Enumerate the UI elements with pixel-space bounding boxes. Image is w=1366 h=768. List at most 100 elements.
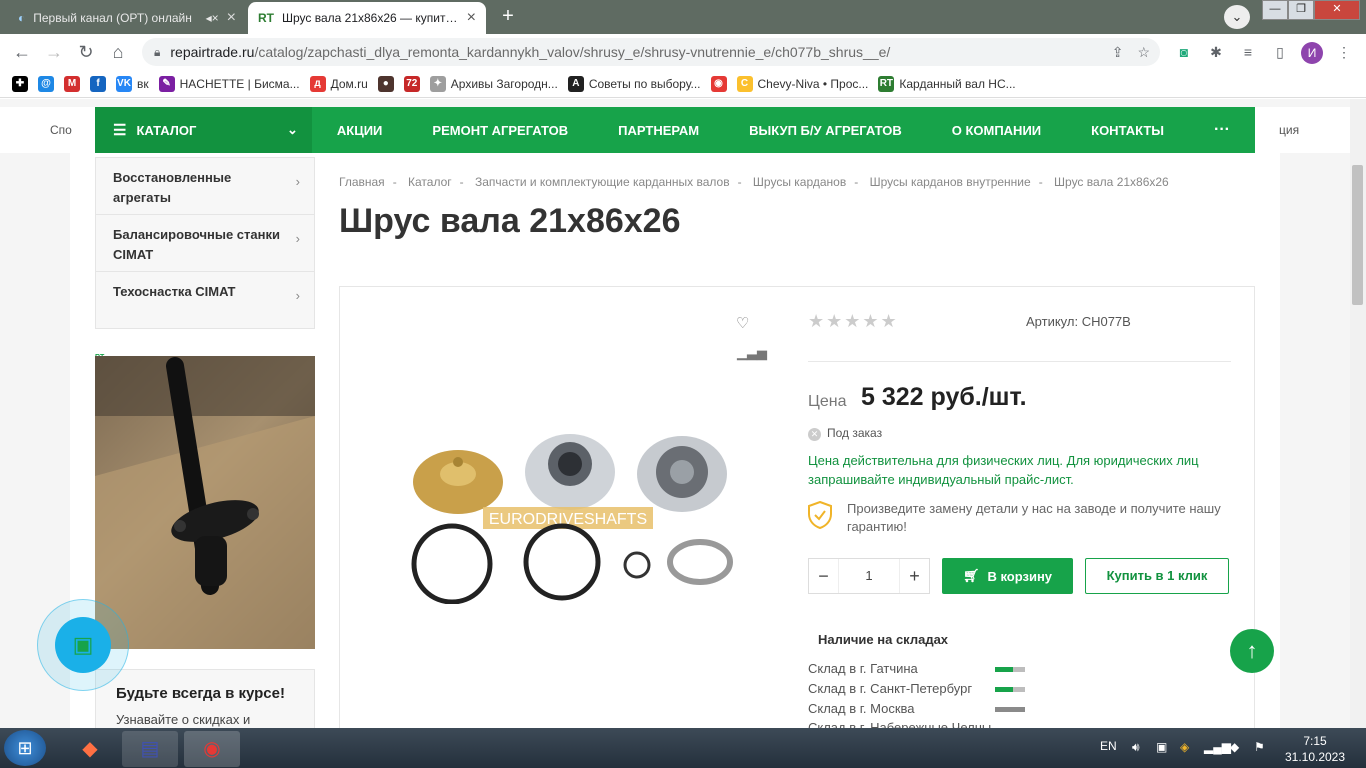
sidebar-item-balancing[interactable]: Балансировочные станки CIMAT › <box>96 215 314 272</box>
compare-icon[interactable]: ▁▃▅ <box>737 345 767 361</box>
bookmark-item[interactable]: C Chevy-Niva • Прос... <box>736 75 868 92</box>
puzzle-icon[interactable]: ✱ <box>1206 42 1226 62</box>
bookmark-star-icon[interactable]: ☆ <box>1137 44 1150 61</box>
language-indicator[interactable]: EN <box>1100 739 1117 753</box>
bookmark-item[interactable]: ● <box>377 75 394 92</box>
shield-check-icon <box>808 500 832 530</box>
tab-active[interactable]: RT Шрус вала 21х86х26 — купить в × <box>248 2 486 34</box>
maximize-button[interactable]: ❐ <box>1288 0 1314 20</box>
extension-icon[interactable]: ◙ <box>1174 42 1194 62</box>
breadcrumb-item[interactable]: Шрусы карданов внутренние <box>870 175 1031 189</box>
breadcrumb-current: Шрус вала 21х86х26 <box>1054 175 1169 189</box>
bookmark-favicon-icon: M <box>64 75 80 92</box>
subscribe-block: Будьте всегда в курсе! Узнавайте о скидк… <box>95 669 315 728</box>
bookmark-item[interactable]: @ <box>38 75 54 92</box>
bookmark-label: Дом.ru <box>330 76 368 91</box>
media-control-icon[interactable]: ≡ <box>1238 42 1258 62</box>
quantity-input[interactable]: 1 <box>838 559 900 593</box>
promo-banner-image[interactable] <box>95 356 315 649</box>
bookmark-favicon-icon: д <box>309 75 326 92</box>
tab-favicon-icon: ◐ <box>18 11 26 25</box>
back-icon[interactable]: ← <box>8 34 36 70</box>
bookmark-item[interactable]: A Советы по выбору... <box>567 75 701 92</box>
product-image[interactable]: EURODRIVESHAFTS <box>400 424 740 605</box>
increase-button[interactable]: + <box>900 566 929 587</box>
start-button[interactable]: ⊞ <box>4 730 46 766</box>
bookmark-item[interactable]: VK вк <box>116 75 149 92</box>
cart-icon: 🛒︎ <box>962 568 980 583</box>
close-tab-icon[interactable]: × <box>227 9 236 27</box>
menu-item-about[interactable]: О КОМПАНИИ <box>927 123 1066 138</box>
header-left-text[interactable]: Спо <box>50 107 72 153</box>
bookmark-item[interactable]: ◉ <box>710 75 727 92</box>
new-tab-button[interactable]: + <box>495 5 521 29</box>
tab-inactive[interactable]: ◐ Первый канал (ОРТ) онлайн ◂× × <box>8 2 246 34</box>
home-icon[interactable]: ⌂ <box>104 34 132 70</box>
minimize-button[interactable]: — <box>1262 0 1288 20</box>
forward-icon[interactable]: → <box>40 34 68 70</box>
menu-item-repair[interactable]: РЕМОНТ АГРЕГАТОВ <box>407 123 593 138</box>
bookmark-item[interactable]: f <box>90 75 106 92</box>
tray-app-icon[interactable]: ◈ <box>1180 740 1189 754</box>
bookmark-item[interactable]: ✚ <box>12 75 28 92</box>
profile-avatar[interactable]: И <box>1301 42 1323 64</box>
sidebar-item-restored[interactable]: Восстановленные агрегаты › <box>96 158 314 215</box>
taskbar-app-icon[interactable]: ▤ <box>122 731 178 767</box>
lock-icon[interactable]: 🔒︎ <box>154 45 160 60</box>
url-path: /catalog/zapchasti_dlya_remonta_kardanny… <box>254 44 891 60</box>
scroll-to-top-button[interactable]: ↑ <box>1230 629 1274 673</box>
warehouse-name: Склад в г. Санкт-Петербург <box>808 681 973 696</box>
flag-icon[interactable]: ⚑ <box>1254 740 1265 754</box>
availability-title: Наличие на складах <box>818 632 949 647</box>
heart-icon[interactable]: ♡ <box>736 314 749 332</box>
bookmark-label: вк <box>137 76 149 91</box>
address-bar[interactable]: 🔒︎ repairtrade.ru/catalog/zapchasti_dlya… <box>142 38 1160 66</box>
side-panel-icon[interactable]: ▯ <box>1270 42 1290 62</box>
menu-item-buyback[interactable]: ВЫКУП Б/У АГРЕГАТОВ <box>724 123 927 138</box>
mute-icon[interactable]: ◂× <box>206 11 219 25</box>
bookmark-item[interactable]: ✎ HACHETTE | Бисма... <box>158 75 300 92</box>
taskbar-app-icon[interactable]: ◆ <box>62 731 118 767</box>
close-tab-icon[interactable]: × <box>467 9 476 27</box>
share-icon[interactable]: ⇪ <box>1112 44 1124 61</box>
chat-icon[interactable]: ▣ <box>55 617 111 673</box>
bookmark-favicon-icon: RT <box>878 75 895 92</box>
volume-icon[interactable]: 🔊︎ <box>1132 740 1140 755</box>
breadcrumb-item[interactable]: Каталог <box>408 175 452 189</box>
warehouse-stock-bar <box>995 707 1025 712</box>
reload-icon[interactable]: ↻ <box>72 34 100 70</box>
breadcrumb-item[interactable]: Главная <box>339 175 385 189</box>
tray-app-icon[interactable]: ▣ <box>1156 740 1167 754</box>
warehouse-name: Склад в г. Москва <box>808 701 915 716</box>
sidebar-item-label: Балансировочные станки CIMAT <box>113 227 280 262</box>
menu-item-promotions[interactable]: АКЦИИ <box>312 123 408 138</box>
menu-more-icon[interactable]: ··· <box>1189 121 1255 139</box>
menu-item-contacts[interactable]: КОНТАКТЫ <box>1066 123 1189 138</box>
bookmark-item[interactable]: д Дом.ru <box>309 75 368 92</box>
decrease-button[interactable]: − <box>809 566 838 587</box>
warehouse-name: Склад в г. Набережные Челны <box>808 721 991 728</box>
tab-search-icon[interactable]: ⌄ <box>1224 5 1250 29</box>
header-right-text[interactable]: ция <box>1279 107 1299 153</box>
bookmark-item[interactable]: 72 <box>403 75 420 92</box>
bookmark-item[interactable]: M <box>64 75 80 92</box>
add-to-cart-button[interactable]: 🛒︎ В корзину <box>942 558 1073 594</box>
breadcrumb-item[interactable]: Шрусы карданов <box>753 175 846 189</box>
menu-item-partners[interactable]: ПАРТНЕРАМ <box>593 123 724 138</box>
tray-app-icon[interactable]: ◆ <box>1230 740 1239 754</box>
network-icon[interactable]: ▂▄▆ <box>1204 740 1231 754</box>
scrollbar-thumb[interactable] <box>1352 165 1363 305</box>
sidebar-item-tooling[interactable]: Техоснастка CIMAT › <box>96 272 314 329</box>
breadcrumb-item[interactable]: Запчасти и комплектующие карданных валов <box>475 175 730 189</box>
chrome-icon[interactable]: ◉ <box>184 731 240 767</box>
sidebar-item-label: Восстановленные агрегаты <box>113 170 232 205</box>
rating-stars[interactable]: ★★★★★ <box>808 311 899 332</box>
close-circle-icon: ✕ <box>808 428 821 441</box>
bookmark-item[interactable]: ✦ Архивы Загородн... <box>429 75 558 92</box>
close-window-button[interactable]: ✕ <box>1314 0 1360 20</box>
catalog-button[interactable]: ☰ КАТАЛОГ ⌄ <box>95 107 312 153</box>
buy-one-click-button[interactable]: Купить в 1 клик <box>1085 558 1229 594</box>
menu-icon[interactable]: ⋮ <box>1334 42 1354 62</box>
clock[interactable]: 7:15 31.10.2023 <box>1280 733 1350 765</box>
bookmark-item[interactable]: RT Карданный вал НС... <box>878 75 1016 92</box>
